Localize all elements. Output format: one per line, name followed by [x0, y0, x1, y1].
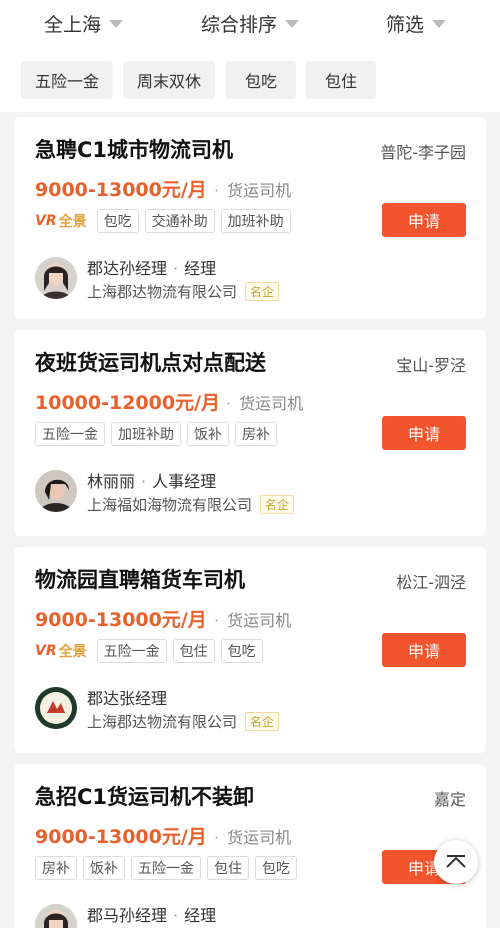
- recruiter-name: 郡马孙经理: [87, 906, 168, 925]
- back-to-top-button[interactable]: [434, 840, 478, 884]
- recruiter-name: 郡达孙经理: [87, 259, 168, 278]
- recruiter-info: 林丽丽 · 人事经理: [87, 472, 217, 491]
- job-salary: 9000-13000元/月: [35, 609, 207, 631]
- job-tag: 五险一金: [131, 856, 201, 880]
- job-tag: 加班补助: [111, 422, 181, 446]
- job-salary: 10000-12000元/月: [35, 392, 221, 414]
- job-location: 嘉定: [433, 790, 466, 809]
- avatar: [35, 904, 77, 928]
- job-card[interactable]: 物流园直聘箱货车司机 松江-泗泾 9000-13000元/月 · 货运司机 VR 全…: [14, 547, 486, 753]
- recruiter-name: 郡达张经理: [87, 689, 168, 708]
- job-category: · 货运司机: [226, 394, 304, 413]
- avatar-image: [35, 904, 77, 928]
- famous-company-badge: 名企: [245, 712, 280, 731]
- quick-tag[interactable]: 周末双休: [123, 61, 215, 99]
- vr-prefix: VR: [35, 213, 57, 229]
- company-name: 上海郡达物流有限公司: [87, 283, 238, 301]
- recruiter-role: 人事经理: [152, 472, 217, 491]
- job-category-label: 货运司机: [239, 394, 304, 413]
- job-tag: 五险一金: [35, 422, 105, 446]
- recruiter-role: 经理: [184, 259, 217, 278]
- job-salary: 9000-13000元/月: [35, 826, 207, 848]
- vr-panorama-badge: VR 全景: [35, 639, 87, 663]
- job-tag: 包吃: [255, 856, 297, 880]
- job-category: · 货运司机: [214, 181, 292, 200]
- job-salary: 9000-13000元/月: [35, 179, 207, 201]
- sort-filter-label: 综合排序: [201, 14, 278, 36]
- vr-label: 全景: [58, 644, 87, 660]
- job-category-label: 货运司机: [227, 181, 292, 200]
- job-tag: 交通补助: [144, 209, 215, 233]
- job-title: 急聘C1城市物流司机: [35, 138, 234, 162]
- area-filter-label: 全上海: [44, 14, 102, 36]
- quick-tag-bar: 五险一金 周末双休 包吃 包住: [0, 48, 500, 112]
- avatar-image: [35, 470, 77, 512]
- job-card[interactable]: 急招C1货运司机不装卸 嘉定 9000-13000元/月 · 货运司机 房补 饭补…: [14, 764, 486, 928]
- job-location: 普陀-李子园: [380, 143, 466, 162]
- company-info: 上海福如海物流有限公司 名企: [87, 494, 295, 515]
- job-location: 松江-泗泾: [396, 573, 466, 592]
- back-to-top-icon: [446, 855, 466, 868]
- company-name: 上海福如海物流有限公司: [87, 496, 253, 514]
- company-info: 上海郡达物流有限公司 名企: [87, 281, 280, 302]
- screen-filter[interactable]: 筛选: [386, 10, 447, 37]
- job-category: · 货运司机: [214, 611, 292, 630]
- job-tag: 包住: [207, 856, 249, 880]
- job-title: 夜班货运司机点对点配送: [35, 351, 266, 375]
- famous-company-badge: 名企: [245, 282, 280, 301]
- job-tags: VR 全景 五险一金 包住 包吃: [35, 639, 263, 663]
- job-tag: 包住: [172, 639, 215, 663]
- job-tag: 包吃: [220, 639, 263, 663]
- quick-tag[interactable]: 包吃: [226, 61, 296, 99]
- job-tag: 饭补: [83, 856, 125, 880]
- job-location: 宝山-罗泾: [396, 356, 466, 375]
- job-tag: 加班补助: [220, 209, 291, 233]
- recruiter-name: 林丽丽: [87, 472, 136, 491]
- sort-filter[interactable]: 综合排序: [201, 10, 300, 37]
- apply-button[interactable]: 申请: [382, 633, 466, 667]
- job-tags: 五险一金 加班补助 饭补 房补: [35, 422, 277, 446]
- quick-tag[interactable]: 包住: [306, 61, 376, 99]
- company-info: 上海郡达物流有限公司 名企: [87, 711, 280, 732]
- apply-button[interactable]: 申请: [382, 416, 466, 450]
- job-tags: VR 全景 包吃 交通补助 加班补助: [35, 209, 291, 233]
- job-tags: 房补 饭补 五险一金 包住 包吃: [35, 856, 297, 880]
- job-category: · 货运司机: [214, 828, 292, 847]
- avatar: [35, 257, 77, 299]
- avatar: [35, 687, 77, 729]
- area-filter[interactable]: 全上海: [44, 10, 124, 37]
- job-tag: 房补: [35, 856, 77, 880]
- job-title: 物流园直聘箱货车司机: [35, 568, 245, 592]
- job-category-label: 货运司机: [227, 828, 292, 847]
- job-card[interactable]: 急聘C1城市物流司机 普陀-李子园 9000-13000元/月 · 货运司机 VR…: [14, 117, 486, 319]
- famous-company-badge: 名企: [260, 495, 295, 514]
- company-name: 上海郡达物流有限公司: [87, 713, 238, 731]
- vr-panorama-badge: VR 全景: [35, 209, 87, 233]
- job-tag: 房补: [235, 422, 277, 446]
- job-title: 急招C1货运司机不装卸: [35, 785, 255, 809]
- filter-bar: 全上海 综合排序 筛选: [0, 0, 500, 48]
- screen-filter-label: 筛选: [386, 14, 425, 36]
- apply-button[interactable]: 申请: [382, 203, 466, 237]
- quick-tag[interactable]: 五险一金: [21, 61, 113, 99]
- job-card[interactable]: 夜班货运司机点对点配送 宝山-罗泾 10000-12000元/月 · 货运司机 五…: [14, 330, 486, 536]
- vr-label: 全景: [58, 214, 87, 230]
- avatar: [35, 470, 77, 512]
- recruiter-role: 经理: [184, 906, 217, 925]
- job-category-label: 货运司机: [227, 611, 292, 630]
- avatar-image: [35, 257, 77, 299]
- chevron-down-icon: [285, 19, 300, 28]
- chevron-down-icon: [109, 19, 124, 28]
- recruiter-info: 郡达孙经理 · 经理: [87, 259, 217, 278]
- chevron-down-icon: [432, 19, 447, 28]
- job-tag: 饭补: [187, 422, 229, 446]
- recruiter-info: 郡达张经理: [87, 685, 167, 709]
- recruiter-info: 郡马孙经理 · 经理: [87, 906, 217, 925]
- job-tag: 包吃: [96, 209, 139, 233]
- company-logo-avatar: [35, 687, 77, 729]
- job-tag: 五险一金: [96, 639, 167, 663]
- vr-prefix: VR: [35, 643, 57, 659]
